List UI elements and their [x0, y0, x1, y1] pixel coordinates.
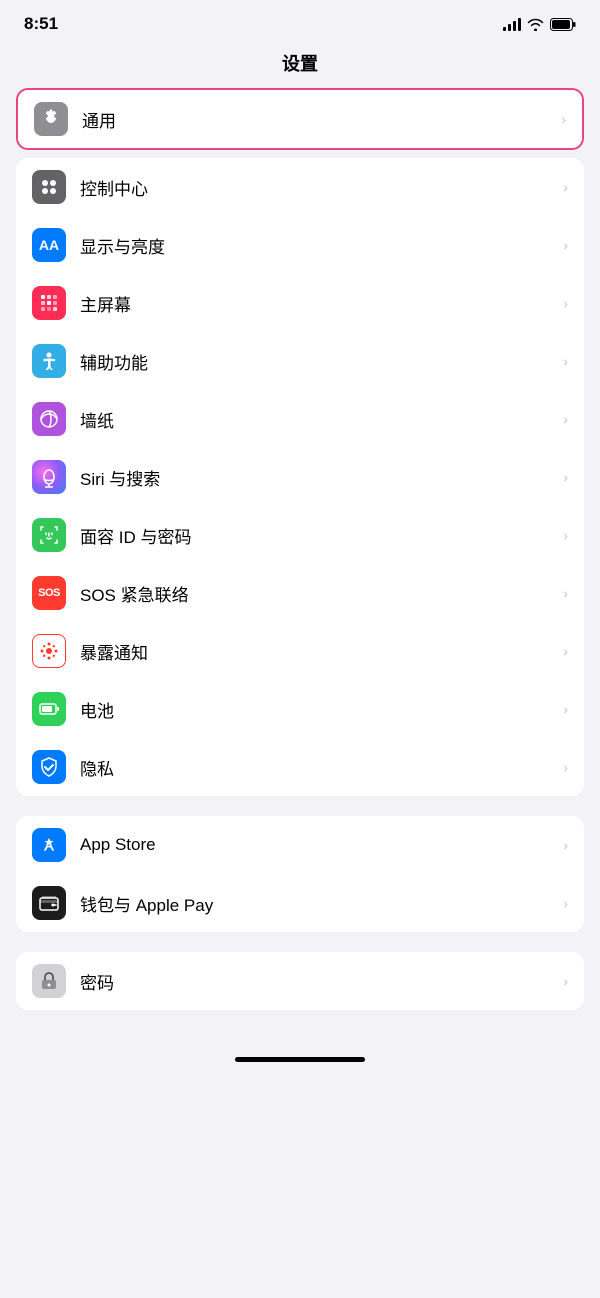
settings-item-exposure[interactable]: 暴露通知 ›	[16, 622, 584, 680]
display-icon: AA	[32, 228, 66, 262]
accessibility-icon	[32, 344, 66, 378]
chevron-icon: ›	[563, 643, 568, 659]
chevron-icon: ›	[563, 973, 568, 989]
face-id-label: 面容 ID 与密码	[80, 523, 555, 548]
settings-item-accessibility[interactable]: 辅助功能 ›	[16, 332, 584, 390]
settings-item-privacy[interactable]: 隐私 ›	[16, 738, 584, 796]
chevron-icon: ›	[563, 701, 568, 717]
face-id-icon	[32, 518, 66, 552]
password-icon	[32, 964, 66, 998]
settings-item-siri[interactable]: Siri 与搜索 ›	[16, 448, 584, 506]
page-title: 设置	[0, 42, 600, 88]
control-center-icon	[32, 170, 66, 204]
control-center-label: 控制中心	[80, 175, 555, 200]
exposure-label: 暴露通知	[80, 639, 555, 664]
home-screen-icon	[32, 286, 66, 320]
status-time: 8:51	[24, 14, 58, 34]
chevron-icon: ›	[563, 469, 568, 485]
sos-icon: SOS	[32, 576, 66, 610]
privacy-icon	[32, 750, 66, 784]
battery-settings-icon	[32, 692, 66, 726]
app-store-icon	[32, 828, 66, 862]
signal-icon	[503, 17, 521, 31]
home-indicator-area	[0, 1010, 600, 1070]
settings-item-display[interactable]: AA 显示与亮度 ›	[16, 216, 584, 274]
display-label: 显示与亮度	[80, 233, 555, 258]
settings-item-wallet[interactable]: 钱包与 Apple Pay ›	[16, 874, 584, 932]
settings-group-3: 密码 ›	[16, 952, 584, 1010]
chevron-icon: ›	[563, 237, 568, 253]
chevron-icon: ›	[563, 759, 568, 775]
chevron-icon: ›	[563, 179, 568, 195]
wallpaper-icon	[32, 402, 66, 436]
chevron-icon: ›	[561, 111, 566, 127]
wallpaper-label: 墙纸	[80, 407, 555, 432]
wallet-label: 钱包与 Apple Pay	[80, 891, 555, 916]
exposure-icon	[32, 634, 66, 668]
chevron-icon: ›	[563, 353, 568, 369]
siri-icon	[32, 460, 66, 494]
settings-item-sos[interactable]: SOS SOS 紧急联络 ›	[16, 564, 584, 622]
settings-item-battery[interactable]: 电池 ›	[16, 680, 584, 738]
settings-item-face-id[interactable]: 面容 ID 与密码 ›	[16, 506, 584, 564]
accessibility-label: 辅助功能	[80, 349, 555, 374]
privacy-label: 隐私	[80, 755, 555, 780]
chevron-icon: ›	[563, 585, 568, 601]
settings-item-passwords[interactable]: 密码 ›	[16, 952, 584, 1010]
settings-group-2: App Store › 钱包与 Apple Pay ›	[16, 816, 584, 932]
settings-item-wallpaper[interactable]: 墙纸 ›	[16, 390, 584, 448]
chevron-icon: ›	[563, 837, 568, 853]
home-indicator	[235, 1057, 365, 1062]
settings-item-control-center[interactable]: 控制中心 ›	[16, 158, 584, 216]
chevron-icon: ›	[563, 527, 568, 543]
home-screen-label: 主屏幕	[80, 291, 555, 316]
chevron-icon: ›	[563, 411, 568, 427]
siri-label: Siri 与搜索	[80, 465, 555, 490]
status-icons	[503, 17, 576, 31]
battery-label: 电池	[80, 697, 555, 722]
app-store-label: App Store	[80, 835, 555, 855]
chevron-icon: ›	[563, 895, 568, 911]
status-bar: 8:51	[0, 0, 600, 42]
settings-item-app-store[interactable]: App Store ›	[16, 816, 584, 874]
battery-icon	[550, 18, 576, 31]
general-label: 通用	[82, 107, 553, 132]
gear-icon	[34, 102, 68, 136]
sos-label: SOS 紧急联络	[80, 581, 555, 606]
chevron-icon: ›	[563, 295, 568, 311]
passwords-label: 密码	[80, 969, 555, 994]
wifi-icon	[527, 18, 544, 31]
wallet-icon	[32, 886, 66, 920]
settings-item-general[interactable]: 通用 ›	[18, 90, 582, 148]
settings-item-home-screen[interactable]: 主屏幕 ›	[16, 274, 584, 332]
settings-group-1: 控制中心 › AA 显示与亮度 › 主屏幕 ›	[16, 158, 584, 796]
